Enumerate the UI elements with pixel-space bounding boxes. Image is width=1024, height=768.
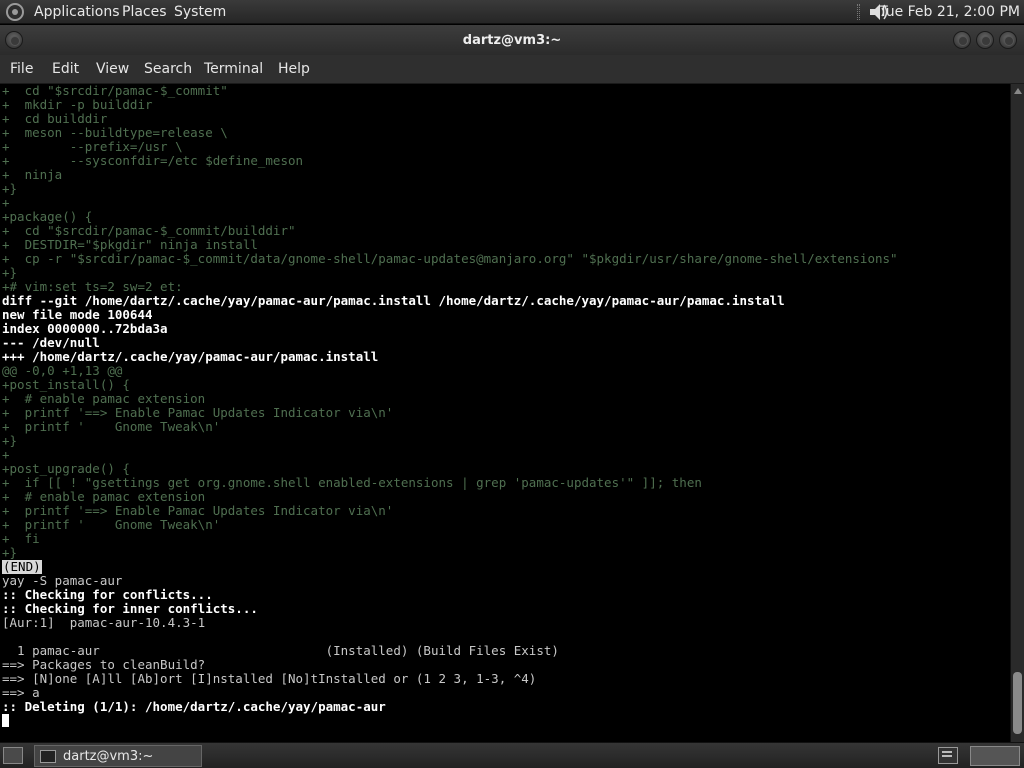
close-button[interactable] xyxy=(999,31,1017,49)
window-title: dartz@vm3:~ xyxy=(462,33,562,48)
workspace-switcher[interactable] xyxy=(970,746,1020,766)
terminal-line: + printf '==> Enable Pamac Updates Indic… xyxy=(2,405,394,420)
terminal-line: +} xyxy=(2,433,18,448)
terminal-line: +} xyxy=(2,265,18,280)
terminal-line: + --sysconfdir=/etc $define_meson xyxy=(2,153,304,168)
terminal-line: +post_install() { xyxy=(2,377,130,392)
terminal-line: + printf ' Gnome Tweak\n' xyxy=(2,419,221,434)
terminal-line: +package() { xyxy=(2,209,93,224)
terminal-line: + --prefix=/usr \ xyxy=(2,139,183,154)
terminal-line: + printf ' Gnome Tweak\n' xyxy=(2,517,221,532)
terminal-line: ==> [N]one [A]ll [Ab]ort [I]nstalled [No… xyxy=(2,671,537,686)
window-titlebar[interactable]: dartz@vm3:~ xyxy=(0,25,1024,55)
terminal-line: + printf '==> Enable Pamac Updates Indic… xyxy=(2,503,394,518)
top-panel: Applications Places System Tue Feb 21, 2… xyxy=(0,0,1024,24)
terminal-line: yay -S pamac-aur xyxy=(2,573,123,588)
terminal-line: + # enable pamac extension xyxy=(2,489,206,504)
terminal-line: + mkdir -p builddir xyxy=(2,97,153,112)
places-menu[interactable]: Places xyxy=(122,4,167,20)
terminal-line: + xyxy=(2,195,10,210)
clock[interactable]: Tue Feb 21, 2:00 PM xyxy=(879,4,1020,20)
terminal-line: @@ -0,0 +1,13 @@ xyxy=(2,363,123,378)
panel-separator xyxy=(857,4,860,20)
bottom-panel: dartz@vm3:~ xyxy=(0,742,1024,768)
terminal-line: --- /dev/null xyxy=(2,335,100,350)
terminal-line: + if [[ ! "gsettings get org.gnome.shell… xyxy=(2,475,702,490)
terminal-line: :: Deleting (1/1): /home/dartz/.cache/ya… xyxy=(2,699,386,714)
menu-view[interactable]: View xyxy=(96,61,129,77)
terminal-line: + # enable pamac extension xyxy=(2,391,206,406)
terminal-view[interactable]: + cd "$srcdir/pamac-$_commit" + mkdir -p … xyxy=(0,84,1010,742)
terminal-line: + fi xyxy=(2,531,40,546)
show-desktop-icon[interactable] xyxy=(3,747,23,764)
terminal-scrollbar[interactable] xyxy=(1010,84,1024,742)
terminal-line: +post_upgrade() { xyxy=(2,461,130,476)
terminal-line: 1 pamac-aur (Installed) (Build Files Exi… xyxy=(2,643,559,658)
maximize-button[interactable] xyxy=(976,31,994,49)
scrollbar-thumb[interactable] xyxy=(1013,672,1022,734)
distro-logo-icon[interactable] xyxy=(6,3,24,21)
terminal-line: ==> a xyxy=(2,685,40,700)
taskbar-window-button[interactable]: dartz@vm3:~ xyxy=(34,745,202,767)
terminal-line: + cd "$srcdir/pamac-$_commit" xyxy=(2,84,228,98)
terminal-line: +++ /home/dartz/.cache/yay/pamac-aur/pam… xyxy=(2,349,379,364)
terminal-line xyxy=(2,714,898,728)
terminal-line: :: Checking for conflicts... xyxy=(2,587,213,602)
menubar: File Edit View Search Terminal Help xyxy=(0,55,1024,84)
terminal-cursor xyxy=(2,714,9,727)
terminal-line: + cp -r "$srcdir/pamac-$_commit/data/gno… xyxy=(2,251,898,266)
menu-terminal[interactable]: Terminal xyxy=(204,61,263,77)
terminal-line: diff --git /home/dartz/.cache/yay/pamac-… xyxy=(2,293,785,308)
terminal-line: +# vim:set ts=2 sw=2 et: xyxy=(2,279,183,294)
terminal-line: + meson --buildtype=release \ xyxy=(2,125,228,140)
terminal-line: ==> Packages to cleanBuild? xyxy=(2,657,206,672)
terminal-line: + ninja xyxy=(2,167,63,182)
menu-edit[interactable]: Edit xyxy=(52,61,79,77)
terminal-line: [Aur:1] pamac-aur-10.4.3-1 xyxy=(2,615,206,630)
terminal-line: :: Checking for inner conflicts... xyxy=(2,601,258,616)
minimize-button[interactable] xyxy=(953,31,971,49)
menu-help[interactable]: Help xyxy=(278,61,310,77)
terminal-line: + cd builddir xyxy=(2,111,108,126)
terminal-line: index 0000000..72bda3a xyxy=(2,321,168,336)
terminal-line: +} xyxy=(2,181,18,196)
pager-end-marker: (END) xyxy=(2,559,42,574)
terminal-line: + xyxy=(2,447,10,462)
terminal-line: + cd "$srcdir/pamac-$_commit/builddir" xyxy=(2,223,296,238)
taskbar-window-label: dartz@vm3:~ xyxy=(63,749,154,764)
terminal-line: (END) xyxy=(2,560,898,574)
terminal-line: new file mode 100644 xyxy=(2,307,153,322)
terminal-line: +} xyxy=(2,545,18,560)
scroll-up-arrow-icon[interactable] xyxy=(1014,88,1022,94)
system-menu[interactable]: System xyxy=(174,4,226,20)
terminal-output: + cd "$srcdir/pamac-$_commit" + mkdir -p … xyxy=(2,84,898,728)
tray-window-icon[interactable] xyxy=(938,747,958,764)
terminal-icon xyxy=(40,750,56,763)
menu-file[interactable]: File xyxy=(10,61,33,77)
menu-search[interactable]: Search xyxy=(144,61,192,77)
terminal-line: + DESTDIR="$pkgdir" ninja install xyxy=(2,237,258,252)
applications-menu[interactable]: Applications xyxy=(34,4,120,20)
